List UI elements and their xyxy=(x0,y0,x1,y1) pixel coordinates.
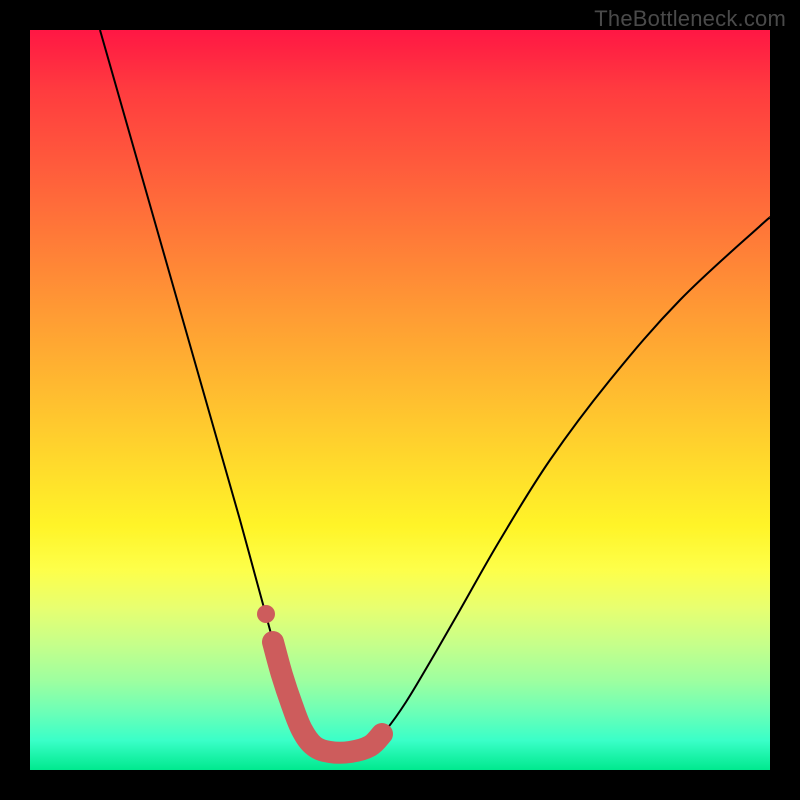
highlight-u-segment xyxy=(273,642,382,753)
highlight-dot xyxy=(257,605,275,623)
curve-svg xyxy=(30,30,770,770)
watermark-label: TheBottleneck.com xyxy=(594,6,786,32)
bottleneck-curve xyxy=(100,30,770,753)
plot-area xyxy=(30,30,770,770)
